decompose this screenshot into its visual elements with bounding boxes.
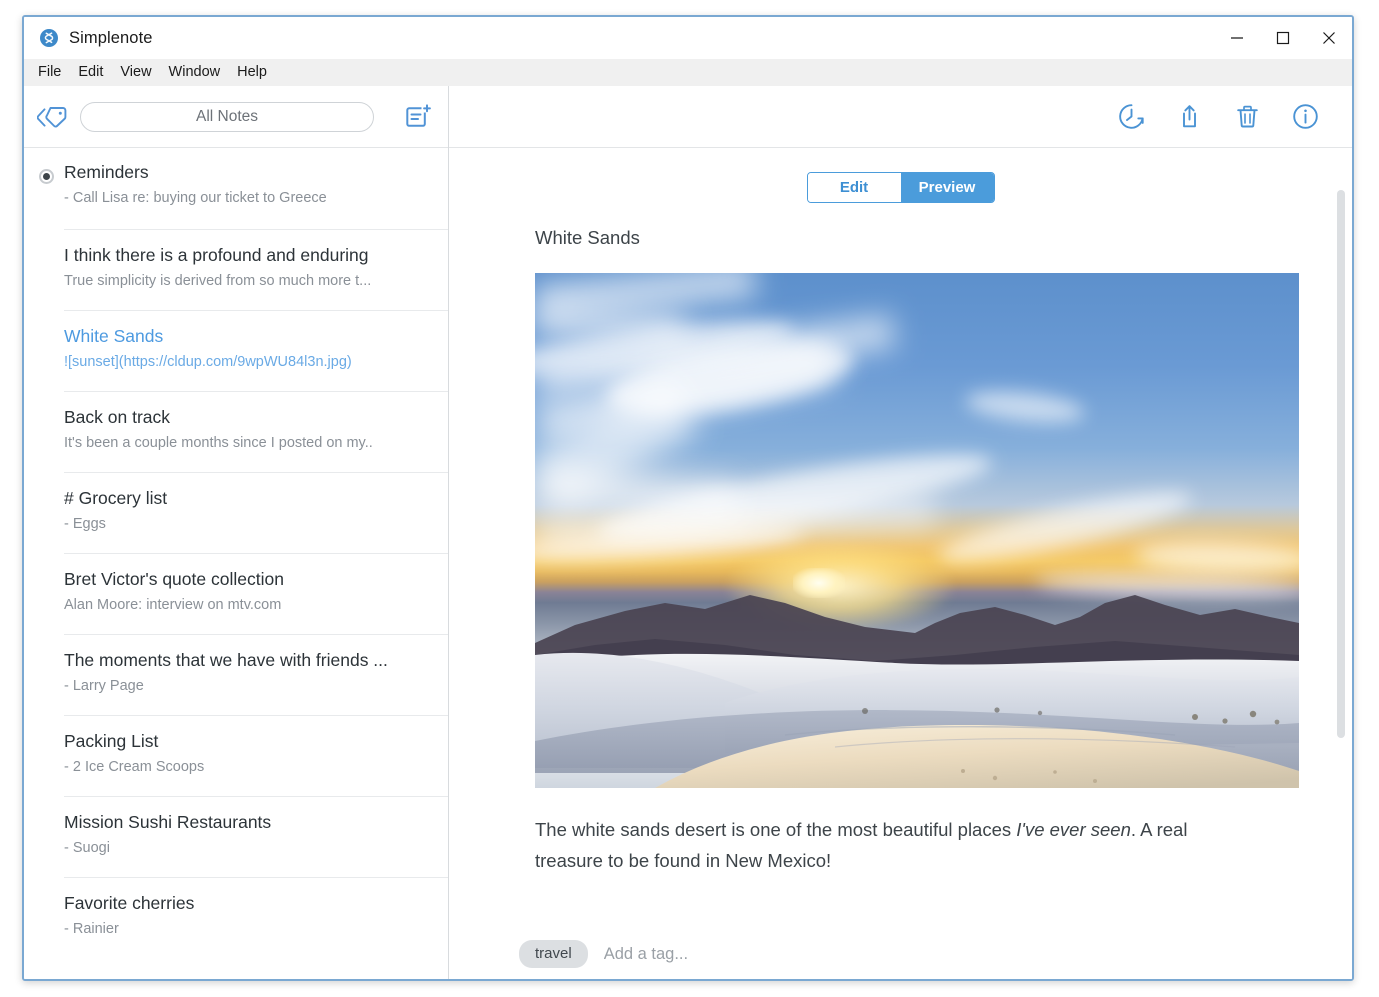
- window-controls: [1214, 17, 1352, 59]
- note-preview: ![sunset](https://cldup.com/9wpWU84l3n.j…: [64, 354, 352, 370]
- image-dunes: [535, 652, 1299, 788]
- note-preview: It's been a couple months since I posted…: [64, 435, 373, 451]
- editor-toolbar: [449, 86, 1352, 148]
- note-title: Favorite cherries: [64, 893, 195, 913]
- note-list-item[interactable]: Packing List - 2 Ice Cream Scoops: [24, 715, 448, 796]
- note-text-part-1: The white sands desert is one of the mos…: [535, 819, 1017, 840]
- edit-preview-toggle[interactable]: Edit Preview: [806, 172, 995, 203]
- note-title: Back on track: [64, 407, 171, 427]
- note-preview: True simplicity is derived from so much …: [64, 273, 372, 289]
- screen: Simplenote File Edit View Window Help Al…: [0, 0, 1379, 997]
- note-editor-pane: Edit Preview White Sands The white sands…: [449, 86, 1352, 979]
- note-title: # Grocery list: [64, 488, 168, 508]
- note-title: Bret Victor's quote collection: [64, 569, 284, 589]
- menu-item-view[interactable]: View: [120, 59, 162, 86]
- note-list-item[interactable]: Favorite cherries - Rainier: [24, 877, 448, 958]
- search-box[interactable]: [80, 101, 374, 132]
- note-title: Packing List: [64, 731, 159, 751]
- tag-bar: travel: [449, 929, 1352, 979]
- note-list[interactable]: Reminders - Call Lisa re: buying our tic…: [24, 148, 448, 979]
- note-preview: - Eggs: [64, 516, 106, 532]
- main-body: Reminders - Call Lisa re: buying our tic…: [24, 86, 1352, 979]
- note-list-item[interactable]: Mission Sushi Restaurants - Suogi: [24, 796, 448, 877]
- tab-preview[interactable]: Preview: [900, 173, 994, 202]
- editor-scrollbar[interactable]: [1336, 190, 1346, 929]
- note-list-item-selected[interactable]: White Sands ![sunset](https://cldup.com/…: [24, 310, 448, 391]
- tab-edit[interactable]: Edit: [807, 173, 901, 202]
- menu-item-edit[interactable]: Edit: [78, 59, 114, 86]
- note-list-item[interactable]: # Grocery list - Eggs: [24, 472, 448, 553]
- menu-bar: File Edit View Window Help: [24, 59, 1352, 86]
- note-list-item[interactable]: Back on track It's been a couple months …: [24, 391, 448, 472]
- minimize-button[interactable]: [1214, 17, 1260, 59]
- new-note-icon[interactable]: [390, 103, 448, 131]
- editor-scrollbar-thumb[interactable]: [1337, 190, 1345, 738]
- app-title: Simplenote: [69, 28, 153, 47]
- note-list-item[interactable]: I think there is a profound and enduring…: [24, 229, 448, 310]
- menu-item-help[interactable]: Help: [237, 59, 278, 86]
- tags-icon[interactable]: [24, 105, 80, 129]
- note-title: Mission Sushi Restaurants: [64, 812, 272, 832]
- note-title: Reminders: [64, 162, 149, 182]
- trash-icon[interactable]: [1218, 95, 1276, 139]
- note-list-item[interactable]: The moments that we have with friends ..…: [24, 634, 448, 715]
- note-preview: - Call Lisa re: buying our ticket to Gre…: [64, 190, 327, 206]
- note-list-item[interactable]: Reminders - Call Lisa re: buying our tic…: [24, 148, 448, 229]
- title-bar: Simplenote: [24, 17, 1352, 59]
- note-preview: Alan Moore: interview on mtv.com: [64, 597, 282, 613]
- add-tag-input[interactable]: [601, 943, 866, 965]
- note-image-sunset: [535, 273, 1299, 788]
- maximize-button[interactable]: [1260, 17, 1306, 59]
- info-icon[interactable]: [1276, 95, 1334, 139]
- note-preview: - Suogi: [64, 840, 110, 856]
- note-preview: - 2 Ice Cream Scoops: [64, 759, 205, 775]
- pinned-indicator-icon: [39, 169, 54, 184]
- note-list-pane: Reminders - Call Lisa re: buying our tic…: [24, 86, 449, 979]
- app-window: Simplenote File Edit View Window Help Al…: [22, 15, 1354, 981]
- share-icon[interactable]: [1160, 95, 1218, 139]
- note-preview-body: White Sands The white sands desert is on…: [449, 203, 1352, 876]
- note-title: The moments that we have with friends ..…: [64, 650, 388, 670]
- note-title: I think there is a profound and enduring: [64, 245, 369, 265]
- note-list-item[interactable]: Bret Victor's quote collection Alan Moor…: [24, 553, 448, 634]
- note-text-italic: I've ever seen: [1016, 819, 1131, 840]
- menu-item-file[interactable]: File: [38, 59, 72, 86]
- note-preview: - Larry Page: [64, 678, 144, 694]
- simplenote-logo-icon: [39, 28, 59, 48]
- tag-chip-travel[interactable]: travel: [519, 940, 588, 968]
- note-text: The white sands desert is one of the mos…: [535, 814, 1252, 876]
- history-icon[interactable]: [1102, 95, 1160, 139]
- note-title: White Sands: [64, 326, 164, 346]
- menu-item-window[interactable]: Window: [169, 59, 232, 86]
- editor-area: Edit Preview White Sands The white sands…: [449, 148, 1352, 929]
- close-button[interactable]: [1306, 17, 1352, 59]
- note-preview-title: White Sands: [535, 227, 640, 248]
- search-input[interactable]: [97, 106, 357, 127]
- note-preview: - Rainier: [64, 921, 119, 937]
- note-list-toolbar: [24, 86, 448, 148]
